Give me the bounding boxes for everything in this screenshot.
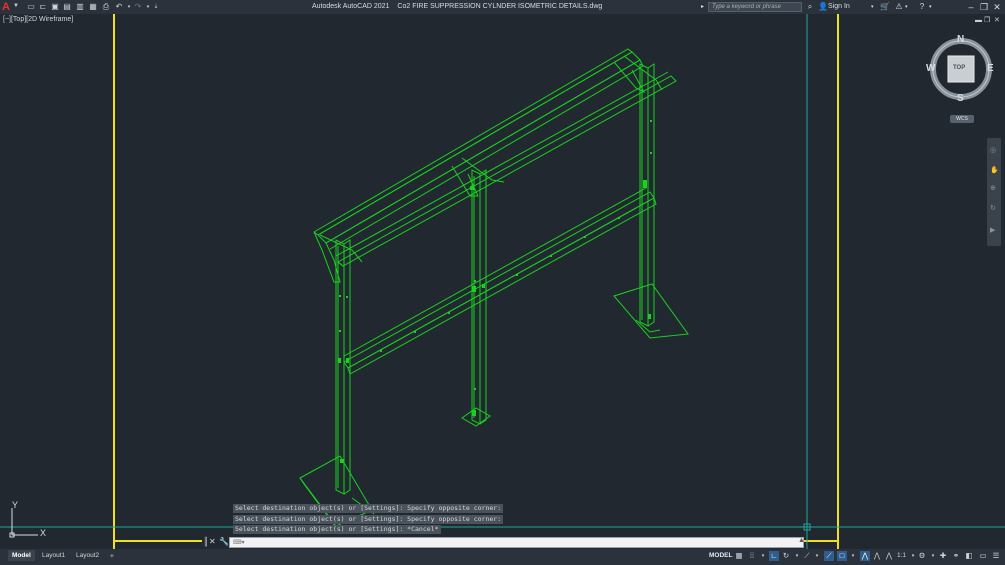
viewport-close-icon[interactable]: ✕ [994,16,1000,24]
command-history-line: Select destination object(s) or [Setting… [233,515,504,524]
command-close-icon[interactable]: ✕ [209,537,216,547]
customization-menu-icon[interactable]: ☰ [991,551,1001,561]
isodraft-icon[interactable]: ⟋ [802,551,812,561]
file-name: Co2 FIRE SUPPRESSION CYLNDER ISOMETRIC D… [397,3,603,10]
ucs-y-label: Y [12,500,19,510]
navigation-bar: ◎ ✋ ⊕ ↻ ▶ [987,138,1001,246]
app-name: Autodesk AutoCAD 2021 [312,3,390,10]
tab-layout2[interactable]: Layout2 [72,550,103,561]
ucs-icon [9,508,38,538]
help-dropdown-icon[interactable]: ▾ [929,2,932,12]
ortho-icon[interactable]: ∟ [769,551,779,561]
workspace-dropdown-icon[interactable]: ▾ [928,551,938,561]
steering-wheel-icon[interactable]: ◎ [990,146,996,154]
annotation-scale-value[interactable]: 1:1 [897,552,906,559]
plot-icon[interactable]: ⎙ [101,2,111,12]
command-history-toggle-icon[interactable]: ▲ [798,537,805,544]
osnap-dropdown-icon[interactable]: ▾ [848,551,858,561]
sign-in-dropdown-icon[interactable]: ▾ [871,2,874,12]
help-icon[interactable]: ? [917,2,927,12]
snap-icon[interactable]: ⁞⁞ [747,551,757,561]
command-grip-icon[interactable]: ║ [203,537,209,547]
redo-icon[interactable]: ↷ [133,2,143,12]
grid-icon[interactable]: ▦ [734,551,744,561]
units-icon[interactable]: ⚭ [951,551,961,561]
polar-dropdown-icon[interactable]: ▾ [792,551,802,561]
customize-command-icon[interactable]: 🔧 [219,537,229,547]
app-logo[interactable]: A [2,1,10,13]
open-folder-icon[interactable]: ⊏ [38,2,48,12]
snap-dropdown-icon[interactable]: ▾ [758,551,768,561]
model-space-toggle[interactable]: MODEL [709,552,732,559]
showmotion-icon[interactable]: ▶ [990,226,995,234]
orbit-icon[interactable]: ↻ [990,204,996,212]
command-history-line: Select destination object(s) or [Setting… [233,504,504,513]
save-as-icon[interactable]: ▤ [62,2,72,12]
viewcube-south[interactable]: S [957,93,964,104]
tab-model[interactable]: Model [8,550,35,561]
object-snap-icon[interactable]: □ [837,551,847,561]
polar-tracking-icon[interactable]: ↻ [781,551,791,561]
object-snap-tracking-icon[interactable]: ⟋ [824,551,834,561]
viewport-restore-icon[interactable]: ❐ [984,16,990,24]
isometric-frame [299,48,689,533]
annotation-visibility-icon[interactable]: ⋀ [860,551,870,561]
add-layout-icon[interactable]: + [107,551,117,561]
annotation-scale-icon[interactable]: ⋀ [884,551,894,561]
annotation-monitor-icon[interactable]: ✚ [938,551,948,561]
cursor-crosshair [0,14,1005,549]
command-prompt-icon[interactable]: ⌨▾ [233,539,245,546]
pan-icon[interactable]: ✋ [990,166,999,174]
minimize-icon[interactable]: – [966,1,976,13]
app-menu-caret-icon[interactable]: ▼ [13,3,19,9]
title-bar: A ▼ ▭ ⊏ ▣ ▤ ▥ ▦ ⎙ ↶ ▾ ↷ ▾ ⇣ Autodesk Aut… [0,0,1005,14]
ucs-x-label: X [40,528,47,538]
sign-in-link[interactable]: Sign In [828,3,850,10]
window-title: Autodesk AutoCAD 2021 Co2 FIRE SUPPRESSI… [312,3,608,10]
viewcube-west[interactable]: W [926,63,935,74]
command-line[interactable] [229,537,804,554]
undo-icon[interactable]: ↶ [114,2,124,12]
expand-search-icon[interactable]: ▸ [701,2,704,12]
drawing-canvas[interactable] [0,14,1005,549]
zoom-extents-icon[interactable]: ⊕ [990,184,996,192]
save-web-icon[interactable]: ▦ [88,2,98,12]
save-icon[interactable]: ▣ [50,2,60,12]
autocad-window: A ▼ ▭ ⊏ ▣ ▤ ▥ ▦ ⎙ ↶ ▾ ↷ ▾ ⇣ Autodesk Aut… [0,0,1005,565]
isodraft-dropdown-icon[interactable]: ▾ [812,551,822,561]
isolate-objects-icon[interactable]: ◧ [964,551,974,561]
command-history-line: Select destination object(s) or [Setting… [233,525,441,534]
restore-icon[interactable]: ❐ [979,1,989,13]
a360-dropdown-icon[interactable]: ▾ [905,2,908,12]
a360-icon[interactable]: ⚠ [893,2,905,12]
tab-layout1[interactable]: Layout1 [38,550,69,561]
search-input[interactable]: Type a keyword or phrase [708,2,802,12]
close-icon[interactable]: ✕ [992,1,1002,13]
workspace-gear-icon[interactable]: ⚙ [917,551,927,561]
viewport-controls-label[interactable]: [−][Top][2D Wireframe] [3,16,73,23]
customize-qat-icon[interactable]: ⇣ [151,2,161,12]
clean-screen-icon[interactable]: ▭ [978,551,988,561]
user-icon[interactable]: 👤 [818,2,828,12]
viewcube-north[interactable]: N [957,34,964,45]
auto-scale-icon[interactable]: ⋀ [872,551,882,561]
new-file-icon[interactable]: ▭ [26,2,36,12]
viewcube-top-face[interactable]: TOP [953,65,965,71]
viewport-minimize-icon[interactable]: ▬ [975,17,982,24]
wcs-menu[interactable]: WCS [950,115,974,123]
search-icon[interactable]: ⌕ [805,2,815,12]
viewcube-east[interactable]: E [987,63,994,74]
open-web-icon[interactable]: ▥ [75,2,85,12]
cart-icon[interactable]: 🛒 [880,2,890,12]
